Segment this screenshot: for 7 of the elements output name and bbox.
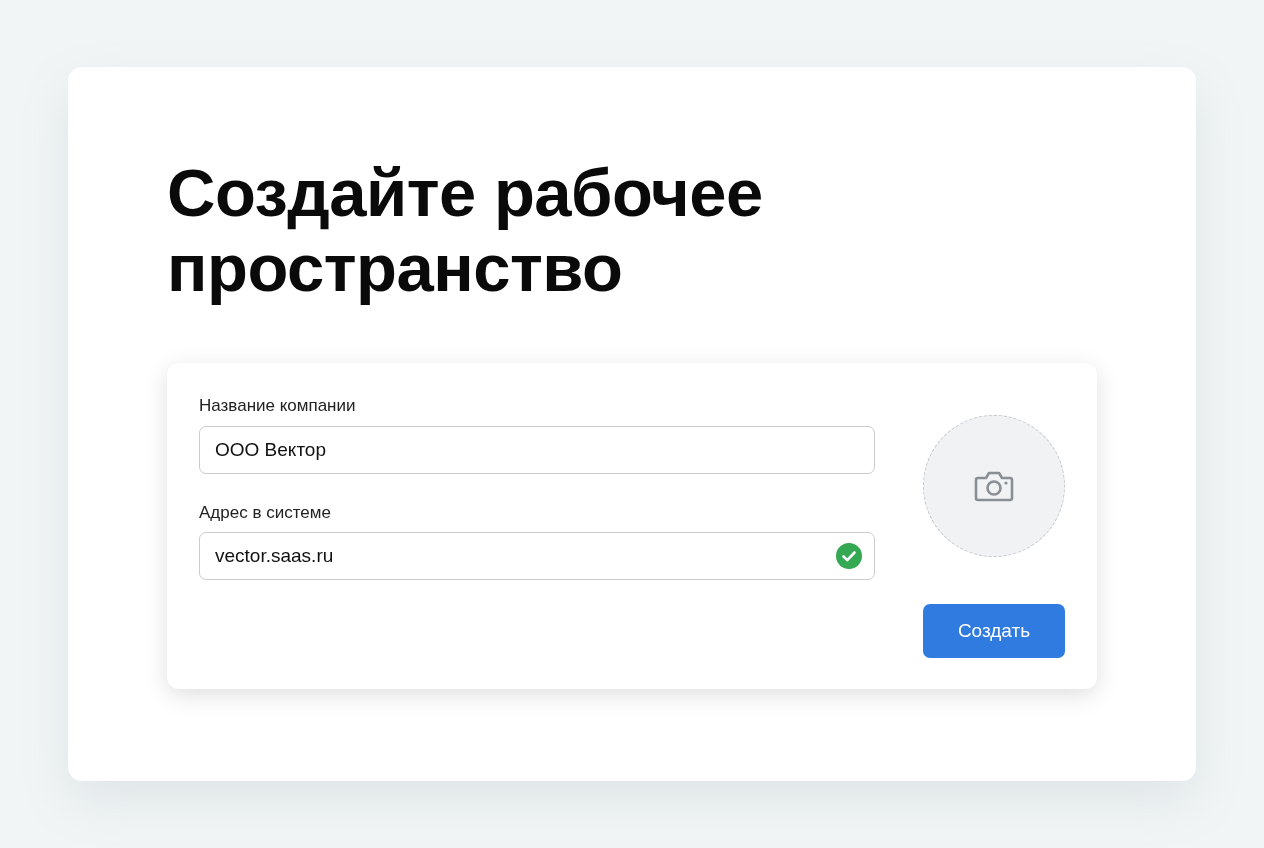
field-label: Адрес в системе: [199, 501, 331, 524]
input-field[interactable]: ООО Вектор: [199, 425, 875, 474]
camera-icon: [974, 470, 1014, 503]
field-label: Название компании: [199, 395, 356, 418]
create-button[interactable]: Создать: [923, 604, 1065, 659]
input-field[interactable]: vector.saas.ru: [199, 532, 875, 581]
page-title: Создайте рабочее пространство: [167, 155, 764, 306]
